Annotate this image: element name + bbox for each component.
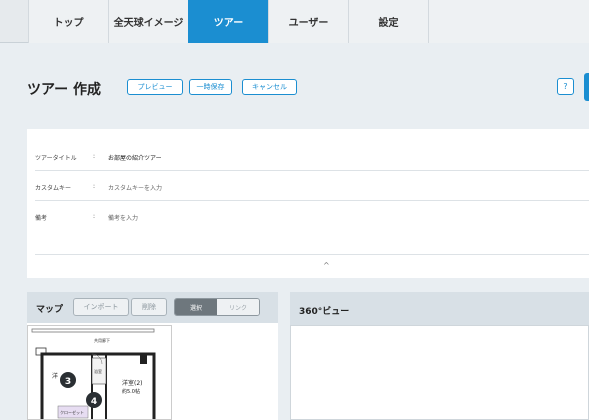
note-label: 備考 <box>35 215 48 222</box>
viewer-panel: 360°ビュー <box>290 292 589 420</box>
viewer-panel-header: 360°ビュー <box>290 292 589 325</box>
tour-form-card: ツアータイトル : お部屋の紹介ツアー カスタムキー : カスタムキーを入力 備… <box>27 129 589 278</box>
tab-tour[interactable]: ツアー <box>188 0 268 43</box>
mode-link-button[interactable]: リンク <box>217 299 259 315</box>
viewer-title: 360°ビュー <box>299 307 350 317</box>
note-row: 備考 : 備考を入力 <box>35 201 589 255</box>
note-input[interactable]: 備考を入力 <box>108 213 138 222</box>
field-colon: : <box>93 153 96 160</box>
custom-key-row: カスタムキー : カスタムキーを入力 <box>35 171 589 201</box>
map-title: マップ <box>36 305 64 315</box>
viewer-canvas[interactable] <box>290 325 589 420</box>
field-colon: : <box>93 183 96 190</box>
floorplan-closet-label: クローゼット <box>60 409 84 415</box>
field-colon: : <box>93 213 96 220</box>
mode-select-button[interactable]: 選択 <box>175 299 217 315</box>
pano-marker-3-label: 3 <box>65 377 71 387</box>
preview-button[interactable]: プレビュー <box>127 79 183 95</box>
pano-marker-4-label: 4 <box>91 397 97 407</box>
delete-button[interactable]: 削除 <box>131 298 167 316</box>
pano-marker-3[interactable]: 3 <box>60 372 76 388</box>
page-title: ツアー 作成 <box>27 82 102 98</box>
top-nav: トップ 全天球イメージ ツアー ユーザー 設定 <box>0 0 589 43</box>
custom-key-label: カスタムキー <box>35 185 72 192</box>
tab-top[interactable]: トップ <box>28 0 108 43</box>
map-panel: マップ インポート 削除 選択 リンク 共用廊下 浴室 洋室(2) 約5.0帖 … <box>27 292 278 420</box>
floorplan-bath-label: 浴室 <box>94 368 102 374</box>
map-panel-header: マップ インポート 削除 選択 リンク <box>27 292 278 323</box>
tour-title-row: ツアータイトル : お部屋の紹介ツアー <box>35 141 589 171</box>
floorplan-hall-label: 共用廊下 <box>94 337 110 343</box>
tab-settings[interactable]: 設定 <box>348 0 428 43</box>
tab-users[interactable]: ユーザー <box>268 0 348 43</box>
import-button[interactable]: インポート <box>73 298 129 316</box>
collapse-chevron-icon[interactable]: ^ <box>323 261 330 270</box>
custom-key-input[interactable]: カスタムキーを入力 <box>108 183 162 192</box>
floorplan-wall-post <box>140 354 147 364</box>
action-button-edge[interactable] <box>584 73 589 101</box>
cancel-button[interactable]: キャンセル <box>242 79 297 95</box>
tour-title-label: ツアータイトル <box>35 155 77 162</box>
help-button[interactable]: ? <box>557 78 574 95</box>
tab-panorama-images[interactable]: 全天球イメージ <box>108 0 188 43</box>
mode-toggle[interactable]: 選択 リンク <box>174 298 260 316</box>
floorplan-room1-label: 洋 <box>52 372 58 380</box>
floor-plan[interactable]: 共用廊下 浴室 洋室(2) 約5.0帖 洋 クローゼット 3 4 <box>27 325 172 420</box>
tour-title-input[interactable]: お部屋の紹介ツアー <box>108 153 162 162</box>
floorplan-room2-label: 洋室(2) <box>122 379 143 387</box>
floorplan-top-edge <box>31 328 155 333</box>
floorplan-room2-size: 約5.0帖 <box>122 388 140 395</box>
nav-empty-area <box>428 0 589 43</box>
floor-plan-drawing: 共用廊下 浴室 洋室(2) 約5.0帖 洋 クローゼット 3 4 <box>31 328 156 419</box>
pano-marker-4[interactable]: 4 <box>86 392 102 408</box>
temp-save-button[interactable]: 一時保存 <box>189 79 232 95</box>
